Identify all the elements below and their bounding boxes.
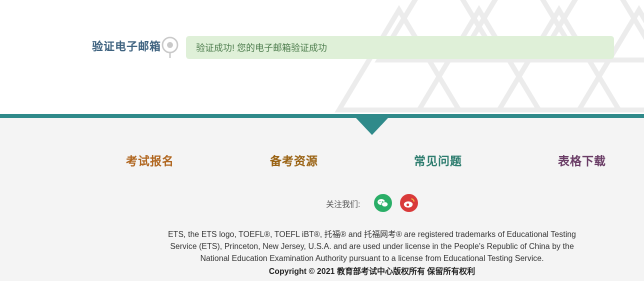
follow-us-label: 关注我们:: [326, 200, 361, 209]
footer-arrow-indicator: [356, 118, 388, 135]
footer-nav: 考试报名 备考资源 常见问题 表格下载: [0, 153, 644, 169]
nav-link-form-download[interactable]: 表格下载: [558, 153, 606, 169]
copyright-text: Copyright © 2021 教育部考试中心版权所有 保留所有权利: [268, 267, 476, 276]
footer: 考试报名 备考资源 常见问题 表格下载 关注我们: ETS, the ETS l…: [0, 118, 644, 281]
success-message-text: 验证成功! 您的电子邮箱验证成功: [196, 43, 328, 53]
legal-line: Service (ETS), Princeton, New Jersey, U.…: [170, 242, 574, 251]
success-message-box: 验证成功! 您的电子邮箱验证成功: [186, 36, 614, 59]
legal-line: ETS, the ETS logo, TOEFL®, TOEFL iBT®, 托…: [167, 230, 577, 239]
weibo-icon[interactable]: [400, 194, 418, 212]
wechat-icon[interactable]: [374, 194, 392, 212]
nav-link-faq[interactable]: 常见问题: [414, 153, 462, 169]
content-area: 验证电子邮箱 验证成功! 您的电子邮箱验证成功: [0, 0, 644, 114]
nav-link-prep-resources[interactable]: 备考资源: [270, 153, 318, 169]
legal-line: National Education Examination Authority…: [200, 254, 544, 263]
location-pin-icon: [160, 36, 180, 58]
nav-link-exam-registration[interactable]: 考试报名: [126, 153, 174, 169]
legal-notice: ETS, the ETS logo, TOEFL®, TOEFL iBT®, 托…: [150, 229, 594, 265]
verify-email-label: 验证电子邮箱: [92, 41, 161, 53]
